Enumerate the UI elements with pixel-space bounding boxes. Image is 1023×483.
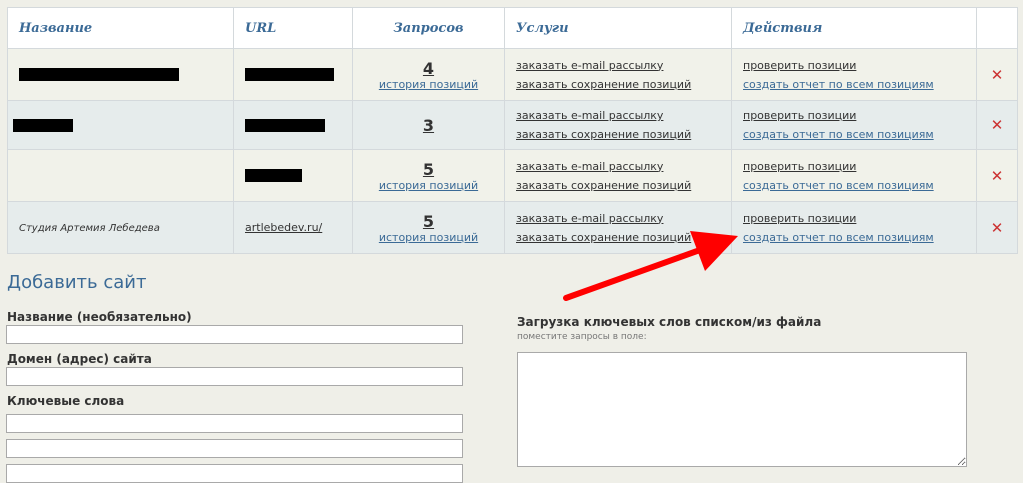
keywords-textarea[interactable] xyxy=(517,352,967,467)
domain-label: Домен (адрес) сайта xyxy=(7,352,152,366)
order-save-link[interactable]: заказать сохранение позиций xyxy=(516,125,720,144)
header-services: Услуги xyxy=(504,7,732,49)
requests-count-link[interactable]: 4 xyxy=(364,59,493,78)
create-report-link[interactable]: создать отчет по всем позициям xyxy=(743,228,965,247)
row-url-cell xyxy=(233,100,353,150)
delete-icon[interactable]: ✕ xyxy=(988,116,1006,134)
row-delete-cell: ✕ xyxy=(976,201,1018,254)
check-positions-link[interactable]: проверить позиции xyxy=(743,209,965,228)
upload-hint: поместите запросы в поле: xyxy=(517,332,647,342)
row-requests-cell: 3 xyxy=(352,100,505,150)
history-link[interactable]: история позиций xyxy=(364,231,493,244)
requests-count-link[interactable]: 5 xyxy=(364,212,493,231)
site-name: Студия Артемия Лебедева xyxy=(19,223,160,234)
row-name-cell: Студия Артемия Лебедева xyxy=(7,201,234,254)
redacted-url xyxy=(245,169,302,183)
upload-title: Загрузка ключевых слов списком/из файла xyxy=(517,315,822,329)
domain-field[interactable] xyxy=(6,367,463,386)
order-email-link[interactable]: заказать e-mail рассылку xyxy=(516,56,720,75)
name-label: Название (необязательно) xyxy=(7,310,192,324)
delete-icon[interactable]: ✕ xyxy=(988,219,1006,237)
order-save-link[interactable]: заказать сохранение позиций xyxy=(516,228,720,247)
redacted-url xyxy=(245,118,325,132)
row-actions-cell: проверить позиции создать отчет по всем … xyxy=(731,149,977,202)
check-positions-link[interactable]: проверить позиции xyxy=(743,106,965,125)
sites-table: Название URL Запросов Услуги Действия 4 … xyxy=(7,7,1018,254)
name-field[interactable] xyxy=(6,325,463,344)
keywords-label: Ключевые слова xyxy=(7,394,125,408)
redacted-name xyxy=(19,68,179,82)
redacted-url xyxy=(245,68,334,82)
row-delete-cell: ✕ xyxy=(976,149,1018,202)
row-services-cell: заказать e-mail рассылку заказать сохран… xyxy=(504,48,732,101)
header-name: Название xyxy=(7,7,234,49)
check-positions-link[interactable]: проверить позиции xyxy=(743,157,965,176)
row-actions-cell: проверить позиции создать отчет по всем … xyxy=(731,201,977,254)
keyword-field-3[interactable] xyxy=(6,464,463,483)
keyword-field-2[interactable] xyxy=(6,439,463,458)
row-actions-cell: проверить позиции создать отчет по всем … xyxy=(731,48,977,101)
requests-count-link[interactable]: 3 xyxy=(364,116,493,135)
row-delete-cell: ✕ xyxy=(976,100,1018,150)
row-delete-cell: ✕ xyxy=(976,48,1018,101)
create-report-link[interactable]: создать отчет по всем позициям xyxy=(743,125,965,144)
table-row: Студия Артемия Лебедева artlebedev.ru/ 5… xyxy=(7,201,1018,254)
order-email-link[interactable]: заказать e-mail рассылку xyxy=(516,157,720,176)
history-link[interactable]: история позиций xyxy=(364,179,493,192)
create-report-link[interactable]: создать отчет по всем позициям xyxy=(743,75,965,94)
table-row: 4 история позиций заказать e-mail рассыл… xyxy=(7,48,1018,101)
history-link[interactable]: история позиций xyxy=(364,78,493,91)
order-save-link[interactable]: заказать сохранение позиций xyxy=(516,75,720,94)
table-header: Название URL Запросов Услуги Действия xyxy=(7,7,1018,49)
create-report-link[interactable]: создать отчет по всем позициям xyxy=(743,176,965,195)
row-actions-cell: проверить позиции создать отчет по всем … xyxy=(731,100,977,150)
header-requests: Запросов xyxy=(352,7,505,49)
row-requests-cell: 5 история позиций xyxy=(352,149,505,202)
header-actions: Действия xyxy=(731,7,977,49)
add-site-title: Добавить сайт xyxy=(7,272,147,293)
header-url: URL xyxy=(233,7,353,49)
row-requests-cell: 5 история позиций xyxy=(352,201,505,254)
delete-icon[interactable]: ✕ xyxy=(988,66,1006,84)
row-services-cell: заказать e-mail рассылку заказать сохран… xyxy=(504,149,732,202)
row-requests-cell: 4 история позиций xyxy=(352,48,505,101)
row-name-cell xyxy=(7,100,234,150)
check-positions-link[interactable]: проверить позиции xyxy=(743,56,965,75)
row-name-cell xyxy=(7,149,234,202)
header-delete xyxy=(976,7,1018,49)
keyword-field-1[interactable] xyxy=(6,414,463,433)
site-url-link[interactable]: artlebedev.ru/ xyxy=(245,221,322,234)
redacted-name xyxy=(13,118,73,132)
row-name-cell xyxy=(7,48,234,101)
row-services-cell: заказать e-mail рассылку заказать сохран… xyxy=(504,201,732,254)
table-row: 5 история позиций заказать e-mail рассыл… xyxy=(7,149,1018,202)
delete-icon[interactable]: ✕ xyxy=(988,167,1006,185)
row-url-cell: artlebedev.ru/ xyxy=(233,201,353,254)
order-email-link[interactable]: заказать e-mail рассылку xyxy=(516,106,720,125)
row-services-cell: заказать e-mail рассылку заказать сохран… xyxy=(504,100,732,150)
table-row: 3 заказать e-mail рассылку заказать сохр… xyxy=(7,100,1018,150)
requests-count-link[interactable]: 5 xyxy=(364,160,493,179)
row-url-cell xyxy=(233,48,353,101)
order-email-link[interactable]: заказать e-mail рассылку xyxy=(516,209,720,228)
order-save-link[interactable]: заказать сохранение позиций xyxy=(516,176,720,195)
row-url-cell xyxy=(233,149,353,202)
